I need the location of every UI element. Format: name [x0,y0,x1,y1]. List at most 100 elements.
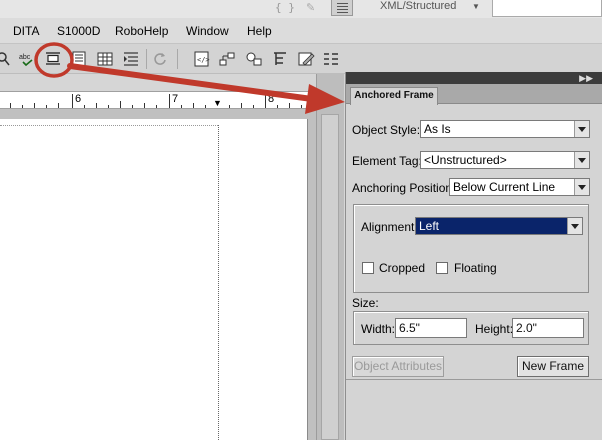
toolbar-separator [177,49,178,69]
width-field[interactable]: 6.5" [395,318,467,338]
ruler-tick [205,105,206,108]
element-tag-label: Element Tag: [352,154,422,168]
ruler-tick [120,101,121,108]
size-label: Size: [352,296,379,310]
ruler-tick [169,94,170,108]
chevron-down-icon[interactable] [574,121,589,137]
menu-robohelp[interactable]: RoboHelp [115,24,168,38]
indent-text-icon[interactable] [122,51,140,67]
ruler-tick [253,105,254,108]
table-icon[interactable] [96,51,114,67]
anchoring-position-value: Below Current Line [453,180,556,194]
menu-window[interactable]: Window [186,24,229,38]
ruler-tick [144,103,145,108]
right-margin-marker-icon[interactable]: ▼ [213,99,222,108]
ruler-tick [265,94,266,108]
ruler-label-7: 7 [172,93,179,105]
collapse-panel-icon[interactable]: ▶▶ [579,72,593,84]
ruler-tick [84,105,85,108]
height-label: Height: [475,322,514,336]
alignment-group: Alignment: Left Cropped Floating [353,204,589,293]
panel-tab-strip: Anchored Frame [346,84,602,105]
panel-header-bar[interactable]: ▶▶ [346,72,602,84]
document-view-icon[interactable] [331,0,353,16]
code-view-icon[interactable]: </> [193,51,211,67]
width-label: Width: [361,322,396,336]
ruler-tick [289,103,290,108]
ruler-tick [229,105,230,108]
edit-icon[interactable] [297,51,315,67]
ruler-tick [156,105,157,108]
ruler-tick [241,103,242,108]
toolbar-separator [146,49,147,69]
ruler-tick [58,103,59,108]
ruler-tick [181,105,182,108]
element-tag-select[interactable]: <Unstructured> [420,151,590,169]
anchored-frame-panel: ▶▶ Anchored Frame Object Style: As Is El… [345,72,602,440]
svg-text:</>: </> [197,56,210,64]
object-style-value: As Is [424,122,451,136]
chevron-down-icon[interactable]: ▼ [472,2,480,11]
anchoring-position-label: Anchoring Position: [352,181,456,195]
chevron-down-icon[interactable] [574,179,589,195]
ruler-tick [34,103,35,108]
menu-bar: DITA S1000D RoboHelp Window Help [0,18,602,44]
cropped-checkbox[interactable] [362,262,374,274]
ruler-tick [108,105,109,108]
element-tag-value: <Unstructured> [424,153,507,167]
search-field[interactable] [492,0,602,17]
workspace-switcher[interactable]: XML/Structured [380,0,456,12]
element-icon[interactable] [245,51,263,67]
horizontal-ruler[interactable]: 6 7 ▼ 8 [0,91,316,109]
object-style-label: Object Style: [352,123,421,137]
spell-check-text: abc [19,54,31,61]
structure-icon[interactable] [219,51,237,67]
top-margin-guide [0,125,218,126]
ruler-label-8: 8 [268,93,275,105]
ruler-tick [193,103,194,108]
code-braces-icon[interactable]: { } [275,1,295,15]
chevron-down-icon[interactable] [567,218,582,234]
height-field[interactable]: 2.0" [512,318,584,338]
ruler-tick [46,105,47,108]
table-layout-icon[interactable] [322,51,340,67]
cropped-label: Cropped [379,261,426,275]
right-margin-guide [218,125,219,440]
refresh-icon[interactable] [151,51,169,67]
new-frame-button[interactable]: New Frame [517,356,589,377]
object-style-select[interactable]: As Is [420,120,590,138]
spell-check-icon[interactable]: abc [18,51,36,67]
ruler-tick [22,105,23,108]
anchoring-position-select[interactable]: Below Current Line [449,178,590,196]
floating-checkbox[interactable] [436,262,448,274]
panel-divider [346,379,602,380]
text-block-icon[interactable] [70,51,88,67]
tag-icon[interactable] [271,51,289,67]
ruler-tick [72,94,73,108]
menu-dita[interactable]: DITA [13,24,39,38]
search-icon[interactable] [0,51,14,67]
ruler-tick [301,105,302,108]
application-top-strip: { } ✎ XML/Structured ▼ [0,0,602,18]
menu-help[interactable]: Help [247,24,272,38]
ruler-tick [132,105,133,108]
pencil-icon[interactable]: ✎ [306,1,315,15]
vertical-scrollbar[interactable] [316,74,344,440]
chevron-down-icon[interactable] [574,152,589,168]
alignment-value: Left [419,219,440,233]
toolbar: abc </> [0,44,602,74]
document-canvas[interactable] [0,109,316,440]
scrollbar-thumb[interactable] [321,114,339,440]
panel-body: Object Style: As Is Element Tag: <Unstru… [346,104,602,440]
ruler-tick [277,105,278,108]
object-attributes-button[interactable]: Object Attributes [352,356,444,377]
tab-anchored-frame[interactable]: Anchored Frame [350,87,438,105]
document-page[interactable] [0,119,308,440]
anchored-frame-icon[interactable] [44,51,62,67]
ruler-label-6: 6 [75,93,82,105]
alignment-label: Alignment: [361,220,418,234]
floating-label: Floating [454,261,497,275]
menu-s1000d[interactable]: S1000D [57,24,100,38]
alignment-select[interactable]: Left [415,217,583,235]
ruler-tick [10,103,11,108]
